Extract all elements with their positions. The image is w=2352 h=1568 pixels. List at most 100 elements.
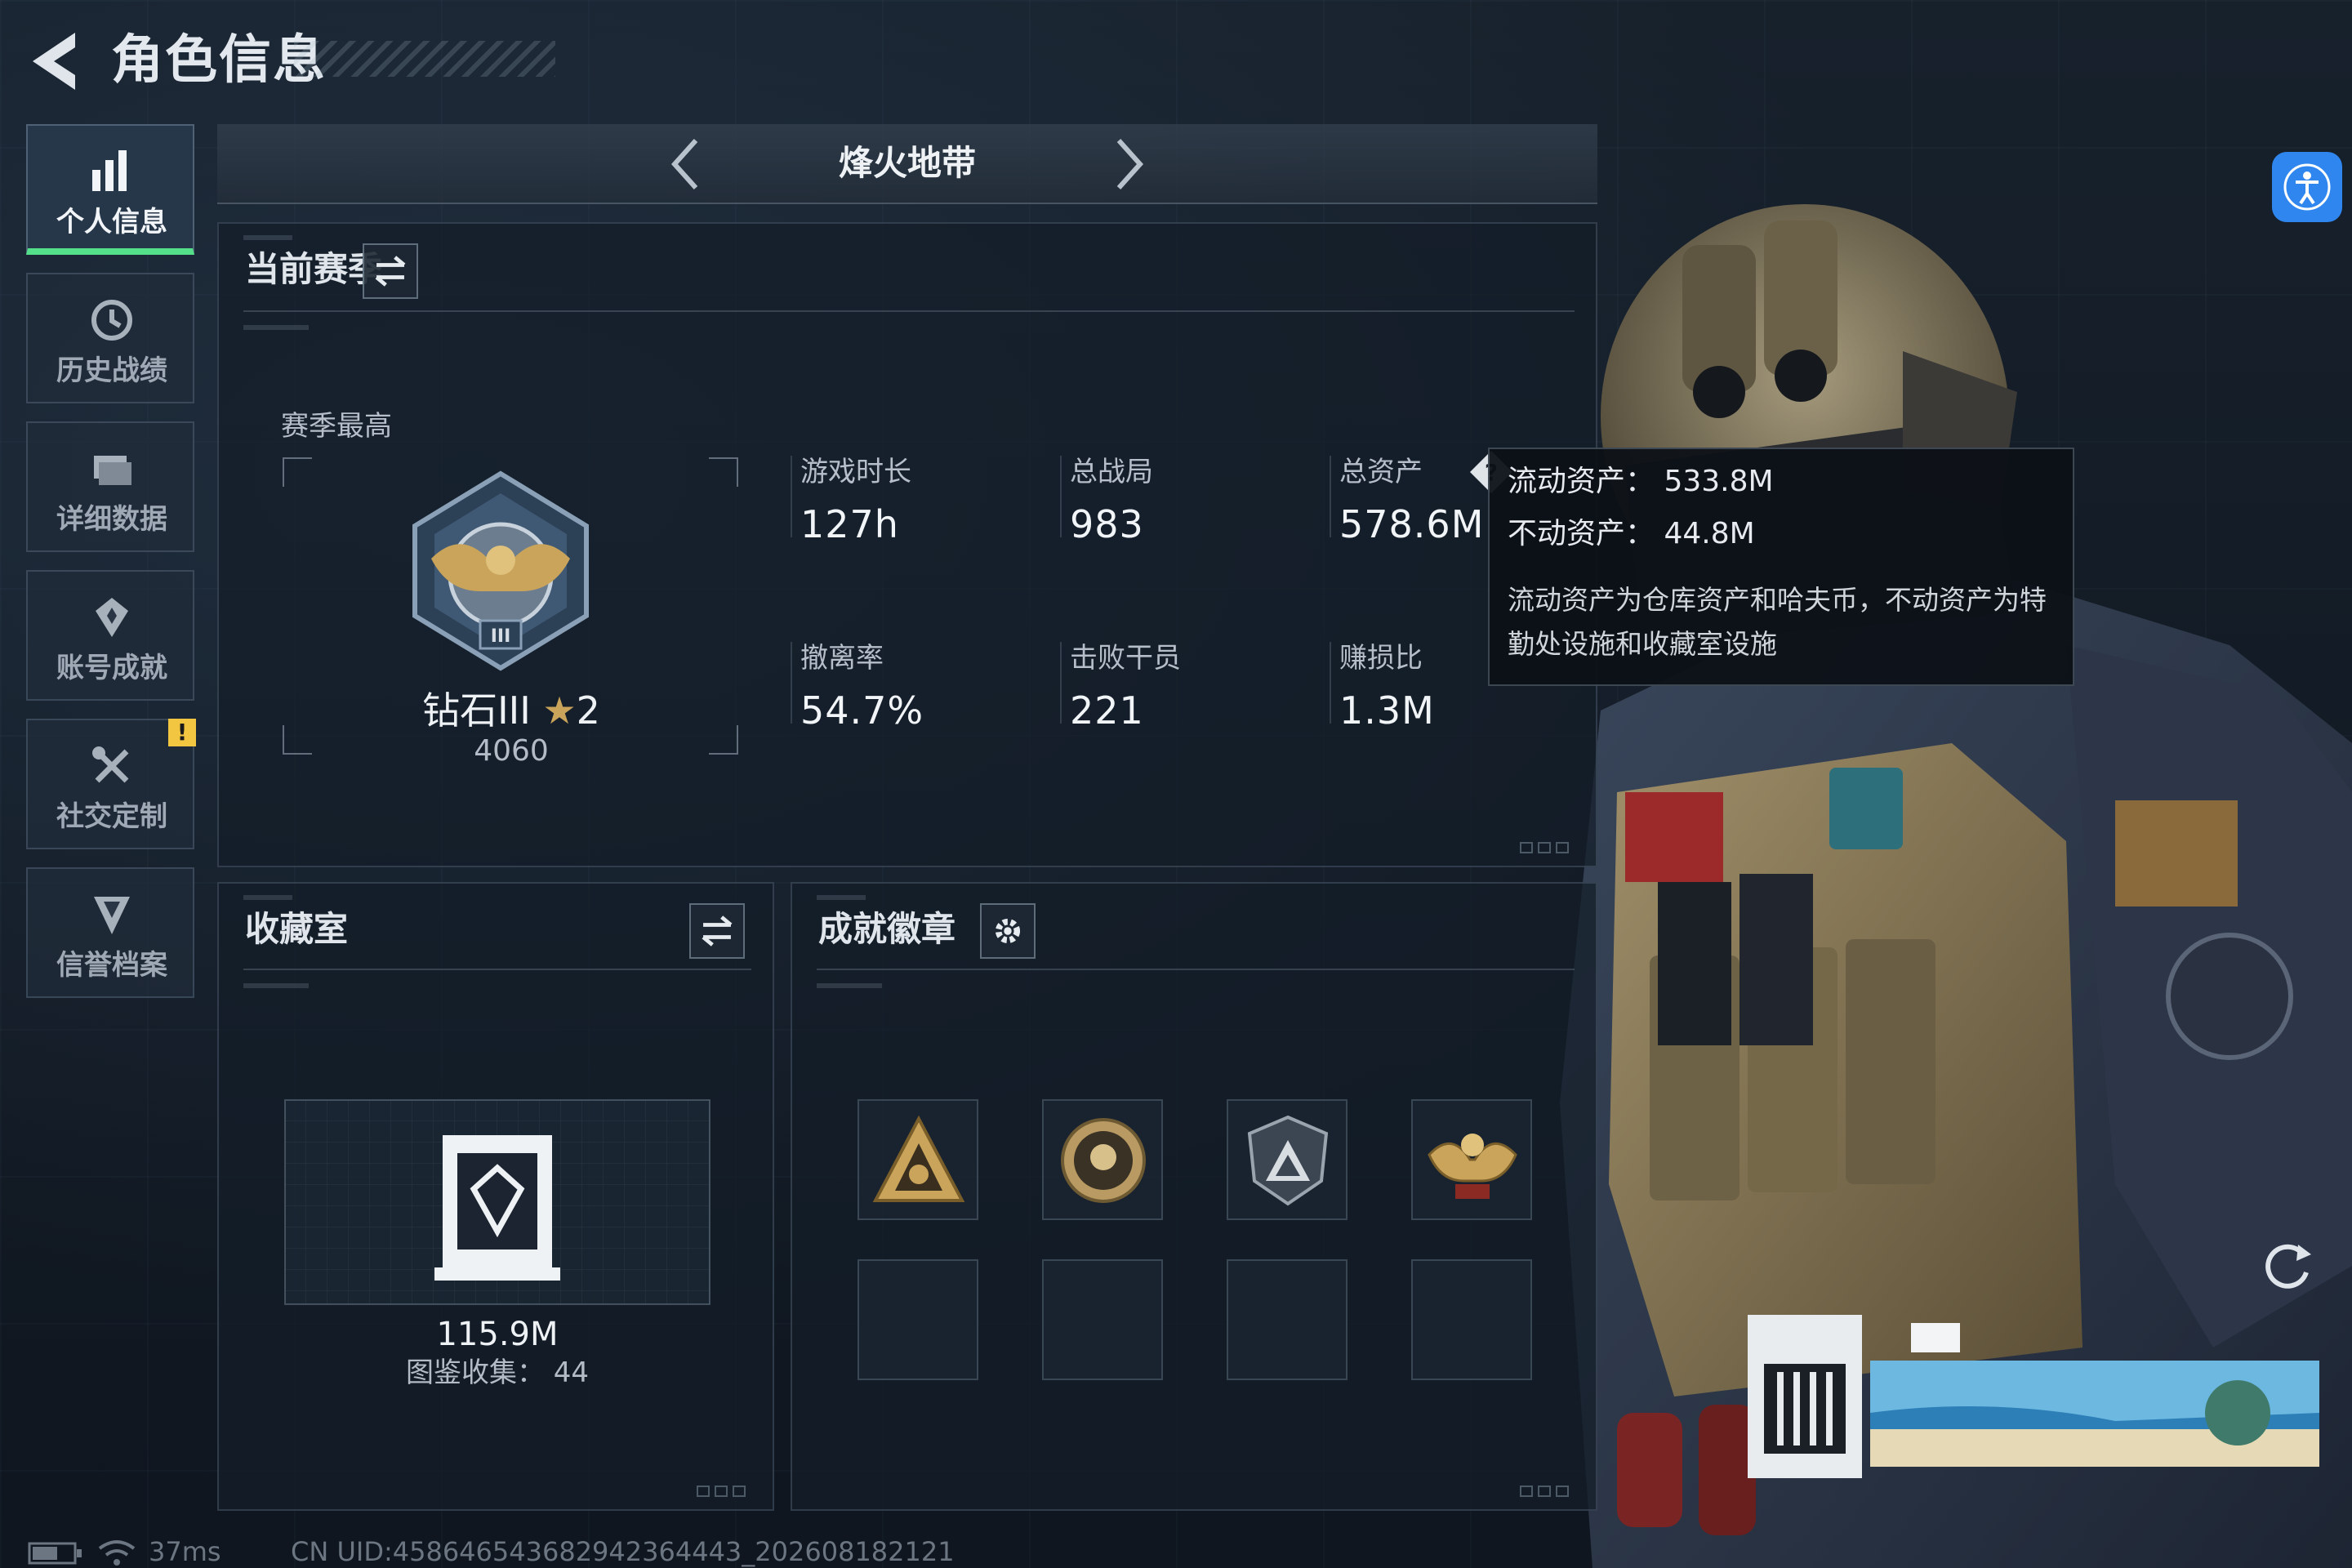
playtime-label: 游戏时长 bbox=[800, 456, 911, 488]
collection-panel: 收藏室 115.9M 图鉴收集： 44 bbox=[217, 882, 774, 1511]
title-decoration bbox=[294, 41, 555, 77]
profit-ratio-label: 赚损比 bbox=[1339, 642, 1423, 675]
kills-label: 击败干员 bbox=[1070, 642, 1181, 675]
achievement-badges-panel: 成就徽章 bbox=[791, 882, 1597, 1511]
liquid-assets: 流动资产： 533.8M bbox=[1508, 465, 1774, 498]
wifi-icon bbox=[98, 1540, 136, 1566]
total-assets-label: 总资产 bbox=[1339, 456, 1423, 488]
uid-text: CN UID:458646543682942364443_20260818212… bbox=[291, 1536, 955, 1567]
sidebar-item-label: 账号成就 bbox=[56, 652, 167, 684]
assets-description: 流动资产为仓库资产和哈夫币，不动资产为特勤处设施和收藏室设施 bbox=[1508, 584, 2047, 660]
sidebar-item-personal-info[interactable]: 个人信息 bbox=[26, 124, 194, 255]
rank-points: 4060 bbox=[474, 734, 549, 768]
switch-collection-button[interactable] bbox=[689, 903, 745, 959]
total-matches-value: 983 bbox=[1070, 502, 1144, 546]
sidebar-item-label: 个人信息 bbox=[56, 206, 167, 238]
panel-corner-deco bbox=[697, 1486, 746, 1497]
ring-badge-icon bbox=[1061, 1118, 1146, 1203]
season-best-label: 赛季最高 bbox=[281, 410, 392, 443]
sidebar-item-label: 信誉档案 bbox=[56, 949, 167, 982]
badge-slot[interactable] bbox=[858, 1099, 978, 1220]
rank-stars: 2 bbox=[576, 688, 600, 733]
stat-divider bbox=[791, 642, 792, 724]
stat-divider bbox=[1330, 642, 1331, 724]
kills-value: 221 bbox=[1070, 688, 1144, 733]
empty-badge-slot[interactable] bbox=[1411, 1259, 1532, 1380]
shield-badge-icon bbox=[1247, 1115, 1329, 1206]
eagle-badge-icon bbox=[1428, 1134, 1517, 1199]
achievement-star-icon bbox=[96, 598, 128, 637]
accessibility-button[interactable] bbox=[2272, 152, 2342, 222]
panel-corner-deco bbox=[1520, 1486, 1569, 1497]
empty-badge-slot[interactable] bbox=[1042, 1259, 1163, 1380]
sidebar-item-label: 社交定制 bbox=[56, 800, 167, 833]
current-season-panel: 当前赛季 赛季最高 III 钻石III ★2 4060 游戏时长 127h 总战… bbox=[217, 222, 1597, 867]
sidebar-item-label: 历史战绩 bbox=[56, 354, 167, 387]
sidebar-item-credit[interactable]: 信誉档案 bbox=[26, 867, 194, 998]
empty-badge-slot[interactable] bbox=[858, 1259, 978, 1380]
data-folder-icon bbox=[94, 456, 131, 485]
sidebar-item-details[interactable]: 详细数据 bbox=[26, 421, 194, 552]
mode-title: 烽火地带 bbox=[838, 143, 976, 183]
history-clock-icon bbox=[91, 300, 132, 341]
diamond-rank-emblem-icon: III bbox=[412, 470, 589, 671]
collection-display-case-icon[interactable] bbox=[284, 1099, 710, 1305]
frame-corner bbox=[709, 457, 738, 487]
fixed-assets: 不动资产： 44.8M bbox=[1508, 517, 1755, 550]
sidebar-item-history[interactable]: 历史战绩 bbox=[26, 273, 194, 403]
collection-title: 收藏室 bbox=[245, 909, 349, 949]
assets-tooltip: 流动资产： 533.8M 不动资产： 44.8M 流动资产为仓库资产和哈夫币，不… bbox=[1488, 448, 2074, 686]
tools-icon bbox=[92, 746, 129, 783]
bar-chart-icon bbox=[92, 150, 127, 191]
rotate-view-icon[interactable] bbox=[2252, 1230, 2326, 1303]
panel-deco bbox=[243, 895, 292, 900]
collection-value: 115.9M bbox=[436, 1316, 559, 1353]
panel-divider bbox=[243, 969, 751, 970]
chevron-right-icon[interactable] bbox=[1099, 136, 1156, 193]
panel-deco bbox=[243, 983, 309, 988]
panel-deco bbox=[243, 235, 292, 240]
panel-divider bbox=[817, 969, 1575, 970]
rank-star-icon: ★ bbox=[542, 688, 577, 733]
battery-icon bbox=[28, 1542, 82, 1565]
sidebar-item-label: 详细数据 bbox=[56, 503, 167, 536]
playtime-value: 127h bbox=[800, 502, 899, 546]
stat-divider bbox=[1060, 456, 1062, 537]
extraction-rate-value: 54.7% bbox=[800, 688, 924, 733]
badge-settings-button[interactable] bbox=[980, 903, 1036, 959]
promo-banner[interactable] bbox=[1748, 1315, 2319, 1478]
ping-text: 37ms bbox=[149, 1536, 221, 1567]
stat-divider bbox=[791, 456, 792, 537]
season-title: 当前赛季 bbox=[245, 249, 383, 289]
empty-badge-slot[interactable] bbox=[1227, 1259, 1348, 1380]
switch-season-button[interactable] bbox=[363, 243, 418, 299]
triangle-badge-icon bbox=[872, 1115, 965, 1202]
sidebar-item-achievements[interactable]: 账号成就 bbox=[26, 570, 194, 701]
frame-corner bbox=[283, 457, 312, 487]
accessibility-person-icon bbox=[2283, 163, 2331, 211]
panel-deco bbox=[243, 325, 309, 330]
badge-slot[interactable] bbox=[1042, 1099, 1163, 1220]
svg-text:III: III bbox=[491, 626, 511, 647]
back-arrow-icon[interactable] bbox=[24, 24, 90, 98]
catalog-count: 图鉴收集： 44 bbox=[405, 1356, 590, 1389]
shield-v-icon bbox=[94, 897, 130, 934]
badge-slot[interactable] bbox=[1411, 1099, 1532, 1220]
panel-corner-deco bbox=[1520, 842, 1569, 853]
achievements-title: 成就徽章 bbox=[818, 909, 956, 949]
mode-selector: 烽火地带 bbox=[217, 124, 1597, 204]
rank-line: 钻石III ★2 bbox=[283, 686, 740, 735]
badge-slot[interactable] bbox=[1227, 1099, 1348, 1220]
stat-divider bbox=[1060, 642, 1062, 724]
profit-ratio-value: 1.3M bbox=[1339, 688, 1435, 733]
extraction-rate-label: 撤离率 bbox=[800, 642, 884, 675]
panel-deco bbox=[817, 895, 866, 900]
total-matches-label: 总战局 bbox=[1070, 456, 1153, 488]
rank-name: 钻石III bbox=[422, 688, 531, 733]
panel-divider bbox=[243, 310, 1575, 312]
alert-badge: ! bbox=[168, 719, 196, 746]
total-assets-value: 578.6M bbox=[1339, 502, 1485, 546]
stat-divider bbox=[1330, 456, 1331, 537]
panel-deco bbox=[817, 983, 882, 988]
sidebar-item-social[interactable]: 社交定制 ! bbox=[26, 719, 196, 849]
